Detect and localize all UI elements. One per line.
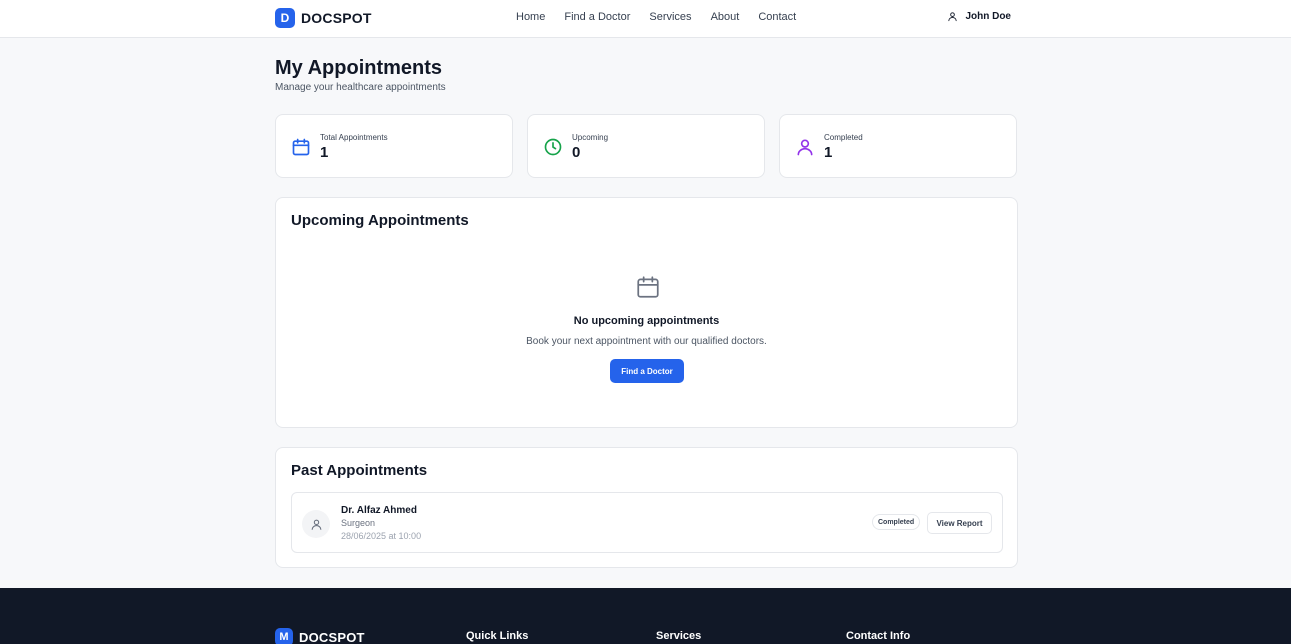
section-title: Upcoming Appointments — [291, 212, 469, 229]
find-doctor-button[interactable]: Find a Doctor — [610, 359, 684, 383]
appointment-row: Dr. Alfaz Ahmed Surgeon 28/06/2025 at 10… — [291, 492, 1003, 553]
calendar-icon — [292, 138, 310, 156]
nav-home-link[interactable]: Home — [516, 11, 545, 23]
doctor-name: Dr. Alfaz Ahmed — [341, 505, 417, 516]
page-subtitle: Manage your healthcare appointments — [275, 82, 446, 93]
footer-brand-logo[interactable]: M DOCSPOT — [275, 628, 365, 644]
calendar-icon — [637, 276, 659, 298]
stat-value: 1 — [320, 144, 329, 161]
user-icon — [948, 12, 958, 22]
user-menu[interactable]: John Doe — [947, 11, 1011, 22]
upcoming-appointments-panel: Upcoming Appointments No upcoming appoin… — [275, 197, 1018, 428]
user-icon — [311, 519, 321, 530]
footer-heading-quick-links: Quick Links — [466, 630, 529, 642]
stat-value: 1 — [824, 144, 833, 161]
brand-mark: M — [275, 628, 293, 644]
stat-label: Completed — [824, 133, 863, 142]
past-appointments-panel: Past Appointments Dr. Alfaz Ahmed Surgeo… — [275, 447, 1018, 568]
empty-state-title: No upcoming appointments — [573, 315, 720, 327]
view-report-button[interactable]: View Report — [927, 512, 992, 534]
footer: M DOCSPOT Quick Links Services Contact I… — [0, 588, 1291, 644]
stat-label: Upcoming — [572, 133, 609, 142]
doctor-specialty: Surgeon — [341, 518, 376, 528]
stat-label: Total Appointments — [320, 133, 388, 142]
nav-about-link[interactable]: About — [711, 11, 740, 23]
brand-mark: D — [275, 8, 295, 28]
empty-state-text: Book your next appointment with our qual… — [526, 336, 767, 347]
footer-heading-services: Services — [656, 630, 702, 642]
nav-services-link[interactable]: Services — [649, 11, 691, 23]
nav-find-doctor-link[interactable]: Find a Doctor — [564, 11, 630, 23]
section-title: Past Appointments — [291, 462, 428, 479]
appointment-datetime: 28/06/2025 at 10:00 — [341, 531, 422, 541]
clock-icon — [544, 138, 562, 156]
brand-name: DOCSPOT — [299, 629, 365, 644]
brand-logo[interactable]: D DOCSPOT — [275, 7, 372, 29]
brand-name: DOCSPOT — [301, 10, 372, 26]
user-name: John Doe — [965, 11, 1011, 22]
footer-heading-contact-info: Contact Info — [846, 630, 911, 642]
main-nav: Home Find a Doctor Services About Contac… — [516, 11, 796, 23]
page-title: My Appointments — [275, 57, 443, 79]
nav-contact-link[interactable]: Contact — [758, 11, 796, 23]
avatar — [302, 510, 330, 538]
stat-card-upcoming: Upcoming 0 — [527, 114, 765, 178]
stat-value: 0 — [572, 144, 581, 161]
status-badge: Completed — [872, 514, 921, 530]
top-navbar: D DOCSPOT Home Find a Doctor Services Ab… — [0, 0, 1291, 38]
stat-card-completed: Completed 1 — [779, 114, 1017, 178]
stat-card-total: Total Appointments 1 — [275, 114, 513, 178]
user-icon — [797, 139, 813, 156]
